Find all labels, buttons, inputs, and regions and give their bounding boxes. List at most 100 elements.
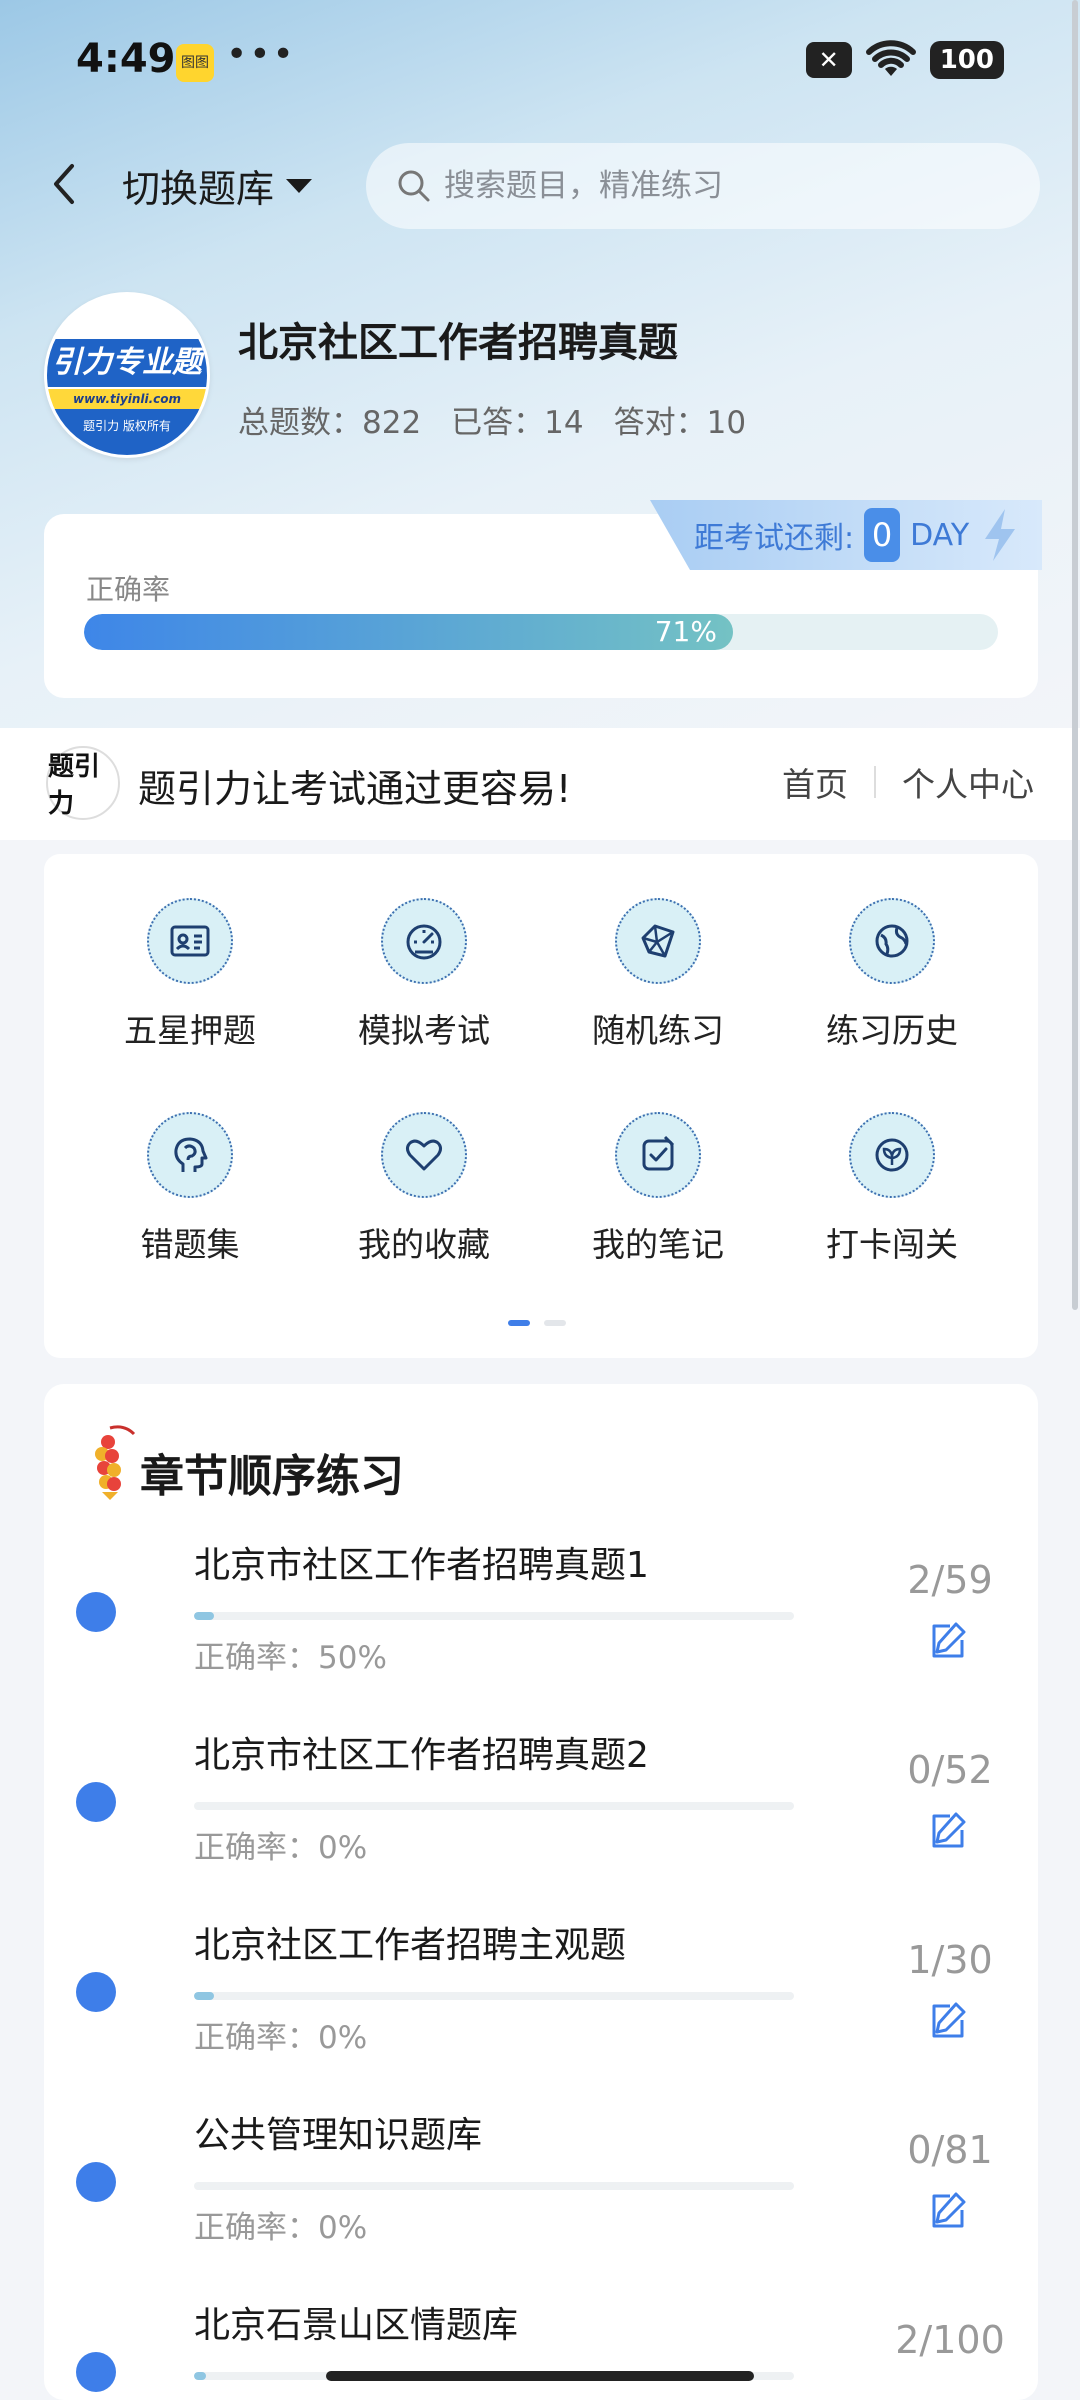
edit-note-icon[interactable] xyxy=(926,1998,972,2044)
chapter-progress-fill xyxy=(194,1992,214,2000)
switch-bank-dropdown[interactable]: 切换题库 xyxy=(122,158,313,213)
nav-profile-link[interactable]: 个人中心 xyxy=(902,758,1034,806)
chapter-accuracy: 正确率：0% xyxy=(194,2020,368,2056)
correct-count: 答对：10 xyxy=(613,405,747,441)
no-sim-icon: ✕ xyxy=(805,42,852,78)
chapter-name: 北京石景山区情题库 xyxy=(194,2305,519,2346)
bank-stats: 总题数：822 已答：14 答对：10 xyxy=(238,397,746,442)
grid-page-indicator xyxy=(508,1320,566,1326)
total-count: 总题数：822 xyxy=(238,405,422,441)
logo-title: 引力专业题 xyxy=(47,339,207,387)
edit-note-icon[interactable] xyxy=(926,1808,972,1854)
search-icon xyxy=(398,170,430,202)
exam-days: 0 xyxy=(864,508,901,562)
brand-logo: 题引力 xyxy=(46,746,120,820)
search-input[interactable] xyxy=(444,168,1004,204)
chapter-progress-count: 2/59 xyxy=(907,1558,993,1602)
feature-my-favorites[interactable]: 我的收藏 xyxy=(324,1112,524,1266)
more-notifications-icon: ••• xyxy=(226,34,296,75)
switch-bank-label: 切换题库 xyxy=(122,167,275,211)
chapter-bullet xyxy=(76,1592,116,1632)
section-title: 章节顺序练习 xyxy=(140,1451,404,1502)
globe-history-icon xyxy=(849,898,935,984)
chapter-progress-fill xyxy=(194,2372,206,2380)
feature-label: 模拟考试 xyxy=(358,1011,490,1050)
feature-label: 我的收藏 xyxy=(358,1225,490,1264)
chapter-bullet xyxy=(76,1782,116,1822)
firecracker-icon xyxy=(95,1425,136,1500)
accuracy-progress-fill: 71% xyxy=(84,614,733,650)
home-indicator[interactable] xyxy=(326,2371,754,2381)
chapter-name: 北京市社区工作者招聘真题2 xyxy=(194,1735,649,1776)
caret-down-icon xyxy=(286,178,313,193)
feature-label: 随机练习 xyxy=(592,1011,724,1050)
feature-five-star-questions[interactable]: 五星押题 xyxy=(90,898,290,1052)
feature-random-practice[interactable]: 随机练习 xyxy=(558,898,758,1052)
chapter-progress-bar xyxy=(194,1612,794,1620)
chapter-progress-count: 0/52 xyxy=(907,1748,993,1792)
wifi-icon xyxy=(865,40,916,76)
feature-check-in-challenge[interactable]: 打卡闯关 xyxy=(792,1112,992,1266)
app-notification-icon: 图图 xyxy=(176,44,214,82)
chapter-bullet xyxy=(76,1972,116,2012)
chapter-accuracy: 正确率：0% xyxy=(194,2210,368,2246)
bank-title: 北京社区工作者招聘真题 xyxy=(238,320,678,366)
chapter-progress-count: 2/100 xyxy=(895,2318,1005,2362)
chapter-progress-bar xyxy=(194,1992,794,2000)
status-bar: 4:49 图图 ••• ✕ 100 xyxy=(0,0,1080,130)
scrollbar[interactable] xyxy=(1072,0,1078,1310)
page-dot-active xyxy=(508,1320,530,1326)
heart-icon xyxy=(381,1112,467,1198)
logo-caption: 题引力 版权所有 xyxy=(47,409,207,455)
feature-label: 练习历史 xyxy=(826,1011,958,1050)
nav-divider xyxy=(874,766,876,798)
slogan-bar: 题引力 题引力让考试通过更容易! 首页 个人中心 xyxy=(0,728,1080,840)
slogan-text: 题引力让考试通过更容易! xyxy=(138,767,572,811)
chapter-progress-fill xyxy=(194,1612,215,1620)
exam-countdown-tag: 距考试还剩: 0 DAY xyxy=(650,500,1042,570)
chapter-bullet xyxy=(76,2352,116,2392)
head-brain-icon xyxy=(147,1112,233,1198)
random-network-icon xyxy=(615,898,701,984)
feature-my-notes[interactable]: 我的笔记 xyxy=(558,1112,758,1266)
chapter-bullet xyxy=(76,2162,116,2202)
chapter-progress-count: 1/30 xyxy=(907,1938,993,1982)
lightning-icon xyxy=(985,509,1016,561)
chapter-name: 北京市社区工作者招聘真题1 xyxy=(194,1545,649,1586)
speedometer-icon xyxy=(381,898,467,984)
accuracy-label: 正确率 xyxy=(86,573,171,606)
back-arrow-icon[interactable] xyxy=(44,158,84,210)
chapter-progress-bar xyxy=(194,1802,794,1810)
slogan-nav: 首页 个人中心 xyxy=(782,758,1034,806)
chapter-name: 公共管理知识题库 xyxy=(194,2115,483,2156)
accuracy-progress-bar: 71% xyxy=(84,614,998,650)
page-dot xyxy=(544,1320,566,1326)
answered-count: 已答：14 xyxy=(451,405,584,441)
chapter-accuracy: 正确率：0% xyxy=(194,1830,368,1866)
battery-indicator: 100 xyxy=(929,41,1004,79)
chapter-progress-bar xyxy=(194,2182,794,2190)
status-right: ✕ 100 xyxy=(805,40,1004,80)
leaf-badge-icon xyxy=(849,1112,935,1198)
nav-home-link[interactable]: 首页 xyxy=(782,758,848,806)
accuracy-percent: 71% xyxy=(654,615,717,648)
checked-note-icon xyxy=(615,1112,701,1198)
chapter-progress-count: 0/81 xyxy=(907,2128,993,2172)
exam-days-unit: DAY xyxy=(910,517,970,553)
feature-label: 我的笔记 xyxy=(592,1225,724,1264)
logo-url: www.tiyinli.com xyxy=(47,389,207,409)
feature-practice-history[interactable]: 练习历史 xyxy=(792,898,992,1052)
edit-note-icon[interactable] xyxy=(926,1618,972,1664)
chapter-name: 北京社区工作者招聘主观题 xyxy=(194,1925,627,1966)
exam-countdown-label: 距考试还剩: xyxy=(694,521,855,556)
search-bar[interactable] xyxy=(366,143,1040,229)
feature-label: 五星押题 xyxy=(124,1011,256,1050)
feature-wrong-questions[interactable]: 错题集 xyxy=(90,1112,290,1266)
feature-label: 打卡闯关 xyxy=(826,1225,958,1264)
id-card-icon xyxy=(147,898,233,984)
question-bank-logo: 引力专业题 www.tiyinli.com 题引力 版权所有 xyxy=(44,292,210,458)
edit-note-icon[interactable] xyxy=(926,2188,972,2234)
chapter-accuracy: 正确率：50% xyxy=(194,1640,387,1676)
feature-mock-exam[interactable]: 模拟考试 xyxy=(324,898,524,1052)
status-time: 4:49 xyxy=(76,36,176,82)
